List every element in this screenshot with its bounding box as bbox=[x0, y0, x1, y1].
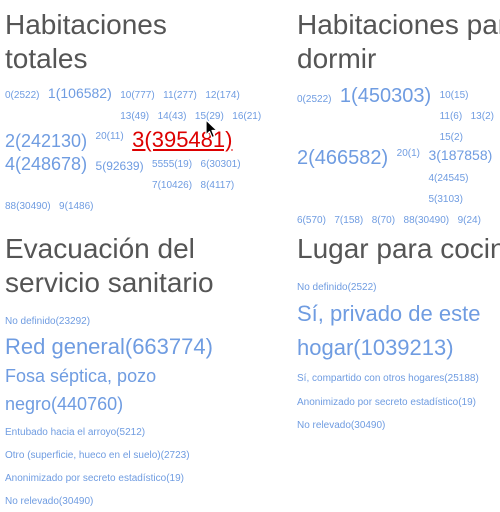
tag-link[interactable]: 8(70) bbox=[372, 215, 395, 228]
tag-link[interactable]: Otro (superficie, hueco en el suelo)(272… bbox=[5, 449, 190, 464]
tag-cloud: No definido(23292) Red general(663774) F… bbox=[5, 308, 290, 512]
tag-link[interactable]: 88(30490) bbox=[5, 201, 51, 214]
tag-link[interactable]: 7(158) bbox=[334, 215, 363, 228]
tag-group: 5555(19) 6(30301) 7(10426) 8(4117) bbox=[152, 153, 262, 195]
tag-link[interactable]: 15(2) bbox=[440, 131, 463, 144]
tag-link[interactable]: 13(49) bbox=[120, 110, 149, 123]
tag-link[interactable]: 6(570) bbox=[297, 215, 326, 228]
panel-evacuacion-sanitario: Evacuación del servicio sanitario No def… bbox=[5, 232, 290, 512]
tag-link[interactable]: 16(21) bbox=[232, 110, 261, 123]
tag-link[interactable]: 5(3103) bbox=[428, 193, 462, 206]
panel-title: Lugar para cocinar bbox=[297, 232, 500, 266]
tag-link[interactable]: 0(2522) bbox=[5, 90, 39, 103]
tag-link[interactable]: No definido(2522) bbox=[297, 281, 377, 296]
tag-link[interactable]: 9(1486) bbox=[59, 201, 93, 214]
tag-link[interactable]: 5(92639) bbox=[96, 159, 144, 174]
panel-title-line1: Evacuación del bbox=[5, 233, 195, 264]
tag-link[interactable]: 9(24) bbox=[458, 215, 481, 228]
arrow-cursor-icon bbox=[205, 119, 218, 139]
panel-habitaciones-totales: Habitaciones totales 0(2522) 1(106582) 1… bbox=[5, 8, 295, 215]
panel-title-line2: dormir bbox=[297, 43, 377, 74]
tag-link[interactable]: 1(450303) bbox=[340, 84, 431, 109]
tag-link[interactable]: 6(30301) bbox=[201, 158, 241, 171]
panel-title-line2: totales bbox=[5, 43, 88, 74]
tag-link[interactable]: Red general(663774) bbox=[5, 331, 213, 363]
tag-link[interactable]: 0(2522) bbox=[297, 94, 331, 107]
tag-link[interactable]: Entubado hacia el arroyo(5212) bbox=[5, 426, 145, 441]
tag-link[interactable]: Fosa séptica, pozo negro(440760) bbox=[5, 363, 195, 419]
tag-group: 3(187858) 4(24545) 5(3103) bbox=[428, 146, 498, 208]
tag-link[interactable]: 20(11) bbox=[96, 131, 124, 144]
tag-link[interactable]: 2(242130) bbox=[5, 130, 87, 153]
tag-link[interactable]: 11(277) bbox=[163, 89, 197, 102]
tag-link[interactable]: 11(6) bbox=[440, 110, 463, 123]
panel-title: Evacuación del servicio sanitario bbox=[5, 232, 290, 300]
panel-title-line1: Lugar para cocinar bbox=[297, 233, 500, 264]
tag-link[interactable]: 12(174) bbox=[205, 89, 239, 102]
panel-habitaciones-dormir: Habitaciones para dormir 0(2522) 1(45030… bbox=[297, 8, 500, 229]
panel-title-line1: Habitaciones para bbox=[297, 9, 500, 40]
tag-cloud: 0(2522) 1(106582) 10(777) 11(277) 12(174… bbox=[5, 84, 295, 215]
tag-link[interactable]: 4(248678) bbox=[5, 153, 87, 176]
tag-link[interactable]: No relevado(30490) bbox=[5, 495, 93, 510]
tag-group: 10(777) 11(277) 12(174) 13(49) 14(43) 15… bbox=[120, 84, 270, 126]
panel-title-line2: servicio sanitario bbox=[5, 267, 214, 298]
tag-cloud: No definido(2522) Sí, privado de este ho… bbox=[297, 274, 500, 435]
tag-link[interactable]: 2(466582) bbox=[297, 146, 388, 171]
panel-title: Habitaciones totales bbox=[5, 8, 295, 76]
tag-link[interactable]: Anonimizado por secreto estadístico(19) bbox=[5, 472, 184, 487]
tag-link[interactable]: 8(4117) bbox=[201, 179, 235, 192]
tag-link[interactable]: 10(777) bbox=[120, 89, 154, 102]
tag-link[interactable]: 20(1) bbox=[397, 148, 420, 161]
tag-link[interactable]: 13(2) bbox=[471, 110, 494, 123]
tag-link[interactable]: 5555(19) bbox=[152, 158, 192, 171]
panel-title: Habitaciones para dormir bbox=[297, 8, 500, 76]
tag-link[interactable]: Sí, privado de este hogar(1039213) bbox=[297, 297, 500, 365]
tag-link[interactable]: 10(15) bbox=[440, 89, 469, 102]
tag-link[interactable]: 7(10426) bbox=[152, 179, 192, 192]
panel-title-line1: Habitaciones bbox=[5, 9, 167, 40]
tag-link[interactable]: 14(43) bbox=[158, 110, 187, 123]
tag-link[interactable]: 88(30490) bbox=[404, 215, 450, 228]
tag-link[interactable]: 1(106582) bbox=[48, 85, 112, 103]
tag-cloud: 0(2522) 1(450303) 10(15) 11(6) 13(2) 15(… bbox=[297, 84, 500, 229]
tag-link[interactable]: No relevado(30490) bbox=[297, 419, 385, 434]
panel-lugar-cocinar: Lugar para cocinar No definido(2522) Sí,… bbox=[297, 232, 500, 435]
tag-link[interactable]: No definido(23292) bbox=[5, 315, 90, 330]
tag-link[interactable]: Anonimizado por secreto estadístico(19) bbox=[297, 396, 476, 411]
tag-link[interactable]: 4(24545) bbox=[428, 172, 468, 185]
tag-link[interactable]: Sí, compartido con otros hogares(25188) bbox=[297, 372, 479, 387]
tag-link[interactable]: 3(187858) bbox=[428, 146, 492, 164]
tag-group: 10(15) 11(6) 13(2) 15(2) bbox=[440, 84, 500, 146]
